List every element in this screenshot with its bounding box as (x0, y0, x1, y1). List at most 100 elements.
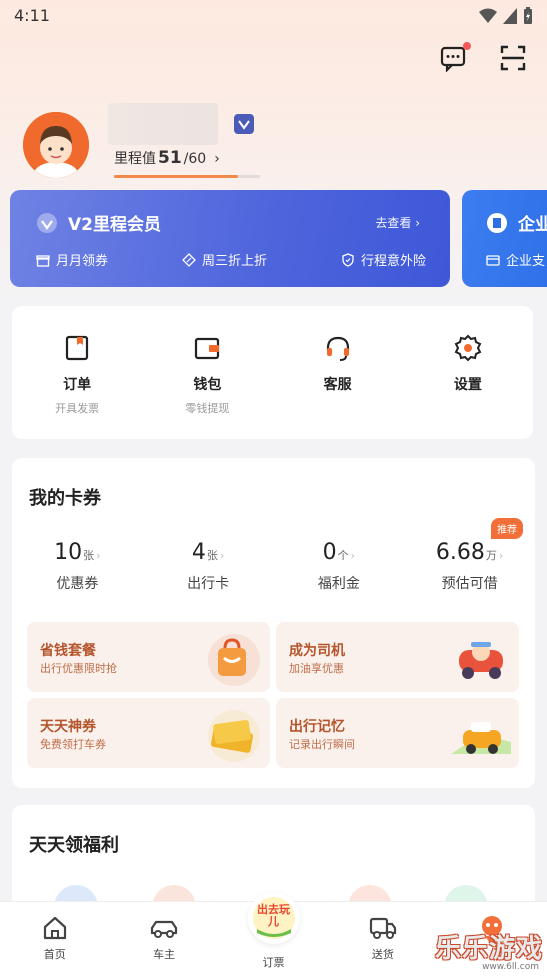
stat-label: 福利金 (317, 576, 360, 592)
promo-sub: 加油享优惠 (289, 662, 344, 675)
enterprise-title-text: 企业 (518, 215, 547, 235)
stat-value: 4 (191, 540, 206, 565)
quick-item-label: 设置 (453, 377, 482, 393)
avatar-face-icon (23, 112, 89, 178)
tab-delivery[interactable]: 送货 (328, 902, 437, 977)
promo-grid: 省钱套餐 出行优惠限时抢 成为司机 加油享优惠 天天神券 免费领打车券 出行记忆… (27, 622, 519, 768)
promo-title: 出行记忆 (289, 719, 345, 735)
tab-home[interactable]: 首页 (0, 902, 109, 977)
car-icon (151, 920, 178, 938)
discount-icon (182, 252, 196, 267)
quick-item-order[interactable]: 订单 开具发票 (12, 306, 142, 439)
promo-sub: 免费领打车券 (40, 738, 106, 751)
avatar[interactable] (23, 112, 89, 178)
top-actions (439, 42, 529, 74)
quick-item-wallet[interactable]: 钱包 零钱提现 (142, 306, 272, 439)
stat-value: 10 (54, 540, 83, 565)
member-perks: 月月领券 周三折上折 行程意外险 (36, 250, 426, 269)
promo-title: 省钱套餐 (40, 643, 96, 659)
coupon-stack-icon (208, 710, 260, 762)
promo-travel-memory[interactable]: 出行记忆 记录出行瞬间 (276, 698, 519, 768)
stat-welfare-fund[interactable]: 0 个 › 福利金 (274, 540, 405, 593)
perk-insurance: 行程意外险 (341, 250, 426, 269)
chevron-right-icon: › (219, 549, 225, 562)
stat-value: 0 (322, 540, 337, 565)
chevron-right-icon: › (498, 549, 504, 562)
member-card[interactable]: V2里程会员 去查看 › 月月领券 周三折上折 行程意外险 (10, 190, 450, 287)
quick-item-settings[interactable]: 设置 (403, 306, 533, 439)
watermark-text: 乐乐游戏 (434, 934, 543, 964)
v-badge-icon (238, 120, 250, 130)
stat-coupons[interactable]: 10 张 › 优惠券 (12, 540, 143, 593)
promo-savings-package[interactable]: 省钱套餐 出行优惠限时抢 (27, 622, 270, 692)
member-title-text: V2里程会员 (68, 215, 161, 235)
gift-icon (36, 254, 50, 267)
order-icon (66, 335, 89, 361)
perk-monthly-coupon: 月月领券 (36, 250, 108, 269)
notification-dot (463, 42, 471, 50)
member-badge-icon (37, 212, 57, 233)
mileage-link[interactable]: 里程值 51 /60 › (114, 148, 220, 168)
stat-label: 预估可借 (441, 576, 498, 592)
driver-car-icon (459, 642, 503, 679)
message-button[interactable] (439, 42, 471, 74)
shopping-bag-icon (208, 634, 260, 686)
stat-loan-estimate[interactable]: 推荐 6.68 万 › 预估可借 (404, 518, 535, 593)
card-stats: 10 张 › 优惠券 4 张 › 出行卡 0 个 › 福利金 推荐 6.68 万 › 预估可借 (12, 518, 535, 593)
stat-value: 6.68 (435, 540, 485, 565)
username-redacted[interactable] (108, 103, 218, 145)
member-card-title: V2里程会员 (36, 210, 161, 235)
quick-item-label: 订单 (63, 377, 92, 393)
member-goto-link[interactable]: 去查看 › (375, 214, 420, 231)
status-bar: 4:11 (0, 0, 547, 32)
chevron-right-icon: › (350, 549, 356, 562)
tab-tickets[interactable]: 出去玩儿 订票 (219, 892, 328, 977)
promo-sub: 记录出行瞬间 (289, 738, 355, 751)
home-icon (43, 916, 66, 940)
gear-icon (454, 334, 482, 362)
tab-car-owner[interactable]: 车主 (109, 902, 218, 977)
stat-label: 出行卡 (187, 576, 230, 592)
mileage-total: /60 (183, 151, 207, 167)
enterprise-sub-label: 企业支 (506, 254, 546, 269)
quick-item-label: 钱包 (193, 377, 222, 393)
ticket-badge: 出去玩儿 (257, 903, 291, 928)
quick-item-service[interactable]: 客服 (273, 306, 403, 439)
ticket-icon: 出去玩儿 (247, 892, 300, 944)
quick-menu-panel: 订单 开具发票 钱包 零钱提现 客服 设置 (12, 306, 533, 439)
perk-label: 月月领券 (56, 254, 109, 269)
scan-button[interactable] (499, 44, 529, 74)
building-icon (487, 212, 507, 233)
promo-title: 成为司机 (289, 643, 345, 659)
status-icons (479, 7, 533, 25)
enterprise-card[interactable]: 企业 企业支 (462, 190, 547, 287)
stat-label: 优惠券 (56, 576, 99, 592)
member-goto-label: 去查看 (375, 216, 412, 230)
my-cards-panel: 我的卡券 10 张 › 优惠券 4 张 › 出行卡 0 个 › 福利金 推荐 6.68 万 › … (12, 458, 535, 788)
quick-item-sub: 开具发票 (55, 402, 100, 415)
stat-travel-cards[interactable]: 4 张 › 出行卡 (143, 540, 274, 593)
mileage-value: 51 (158, 148, 182, 168)
promo-daily-coupon[interactable]: 天天神券 免费领打车券 (27, 698, 270, 768)
stat-unit: 万 (485, 549, 497, 562)
quick-item-sub: 零钱提现 (185, 402, 230, 415)
mileage-label: 里程值 (114, 151, 156, 167)
quick-item-label: 客服 (323, 377, 352, 393)
status-time: 4:11 (14, 6, 50, 25)
member-level-icon[interactable] (234, 114, 254, 134)
watermark-url: www.6ll.com (482, 962, 539, 972)
cellular-icon (503, 8, 517, 24)
truck-icon (369, 917, 397, 939)
headset-icon (326, 336, 349, 361)
my-cards-title: 我的卡券 (29, 488, 101, 509)
chevron-right-icon: › (96, 549, 101, 562)
promo-become-driver[interactable]: 成为司机 加油享优惠 (276, 622, 519, 692)
recommend-badge: 推荐 (491, 518, 523, 539)
stat-unit: 个 (337, 549, 349, 562)
welfare-title: 天天领福利 (29, 835, 119, 856)
taxi-icon (451, 722, 511, 754)
chevron-right-icon: › (214, 151, 220, 167)
stat-unit: 张 (83, 549, 95, 562)
enterprise-card-title: 企业 (486, 210, 547, 235)
tab-label: 送货 (371, 948, 394, 961)
